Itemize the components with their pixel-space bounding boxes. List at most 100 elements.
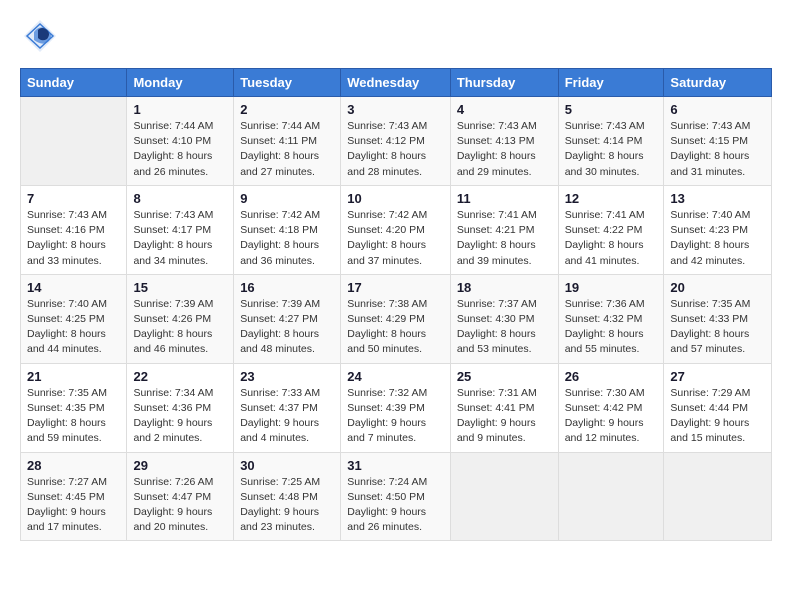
day-number: 21 xyxy=(27,369,120,384)
day-detail: Sunrise: 7:30 AM Sunset: 4:42 PM Dayligh… xyxy=(565,386,658,447)
day-detail: Sunrise: 7:40 AM Sunset: 4:25 PM Dayligh… xyxy=(27,297,120,358)
calendar-cell: 1 Sunrise: 7:44 AM Sunset: 4:10 PM Daylig… xyxy=(127,97,234,186)
calendar-cell: 26 Sunrise: 7:30 AM Sunset: 4:42 PM Dayli… xyxy=(558,363,664,452)
day-detail: Sunrise: 7:41 AM Sunset: 4:21 PM Dayligh… xyxy=(457,208,552,269)
calendar-cell xyxy=(21,97,127,186)
day-number: 7 xyxy=(27,191,120,206)
day-number: 13 xyxy=(670,191,765,206)
day-detail: Sunrise: 7:43 AM Sunset: 4:12 PM Dayligh… xyxy=(347,119,444,180)
day-detail: Sunrise: 7:42 AM Sunset: 4:18 PM Dayligh… xyxy=(240,208,334,269)
day-number: 18 xyxy=(457,280,552,295)
calendar-cell: 13 Sunrise: 7:40 AM Sunset: 4:23 PM Dayli… xyxy=(664,185,772,274)
weekday-header-monday: Monday xyxy=(127,69,234,97)
calendar-week-row: 28 Sunrise: 7:27 AM Sunset: 4:45 PM Dayli… xyxy=(21,452,772,541)
logo-icon xyxy=(20,16,60,56)
calendar-cell: 18 Sunrise: 7:37 AM Sunset: 4:30 PM Dayli… xyxy=(450,274,558,363)
day-detail: Sunrise: 7:44 AM Sunset: 4:11 PM Dayligh… xyxy=(240,119,334,180)
day-number: 22 xyxy=(133,369,227,384)
calendar-cell: 15 Sunrise: 7:39 AM Sunset: 4:26 PM Dayli… xyxy=(127,274,234,363)
calendar-cell: 7 Sunrise: 7:43 AM Sunset: 4:16 PM Daylig… xyxy=(21,185,127,274)
day-number: 10 xyxy=(347,191,444,206)
calendar-cell: 30Sunrise: 7:25 AM Sunset: 4:48 PM Dayli… xyxy=(234,452,341,541)
day-detail: Sunrise: 7:39 AM Sunset: 4:27 PM Dayligh… xyxy=(240,297,334,358)
day-detail: Sunrise: 7:43 AM Sunset: 4:17 PM Dayligh… xyxy=(133,208,227,269)
weekday-header-thursday: Thursday xyxy=(450,69,558,97)
day-number: 24 xyxy=(347,369,444,384)
day-detail: Sunrise: 7:41 AM Sunset: 4:22 PM Dayligh… xyxy=(565,208,658,269)
day-detail: Sunrise: 7:33 AM Sunset: 4:37 PM Dayligh… xyxy=(240,386,334,447)
calendar-cell: 19Sunrise: 7:36 AM Sunset: 4:32 PM Dayli… xyxy=(558,274,664,363)
day-number: 12 xyxy=(565,191,658,206)
day-detail: Sunrise: 7:40 AM Sunset: 4:23 PM Dayligh… xyxy=(670,208,765,269)
calendar-cell: 14 Sunrise: 7:40 AM Sunset: 4:25 PM Dayli… xyxy=(21,274,127,363)
day-number: 20 xyxy=(670,280,765,295)
calendar-cell xyxy=(664,452,772,541)
weekday-header-sunday: Sunday xyxy=(21,69,127,97)
calendar-cell: 2 Sunrise: 7:44 AM Sunset: 4:11 PM Daylig… xyxy=(234,97,341,186)
day-detail: Sunrise: 7:24 AM Sunset: 4:50 PM Dayligh… xyxy=(347,475,444,536)
day-detail: Sunrise: 7:44 AM Sunset: 4:10 PM Dayligh… xyxy=(133,119,227,180)
day-number: 17 xyxy=(347,280,444,295)
calendar-cell: 23 Sunrise: 7:33 AM Sunset: 4:37 PM Dayli… xyxy=(234,363,341,452)
day-detail: Sunrise: 7:35 AM Sunset: 4:33 PM Dayligh… xyxy=(670,297,765,358)
calendar-cell: 25 Sunrise: 7:31 AM Sunset: 4:41 PM Dayli… xyxy=(450,363,558,452)
calendar-cell: 10 Sunrise: 7:42 AM Sunset: 4:20 PM Dayli… xyxy=(341,185,451,274)
calendar-table: SundayMondayTuesdayWednesdayThursdayFrid… xyxy=(20,68,772,541)
day-number: 28 xyxy=(27,458,120,473)
day-number: 15 xyxy=(133,280,227,295)
day-number: 8 xyxy=(133,191,227,206)
day-detail: Sunrise: 7:31 AM Sunset: 4:41 PM Dayligh… xyxy=(457,386,552,447)
weekday-header-tuesday: Tuesday xyxy=(234,69,341,97)
calendar-cell: 22 Sunrise: 7:34 AM Sunset: 4:36 PM Dayli… xyxy=(127,363,234,452)
calendar-cell: 16Sunrise: 7:39 AM Sunset: 4:27 PM Dayli… xyxy=(234,274,341,363)
calendar-cell: 9 Sunrise: 7:42 AM Sunset: 4:18 PM Daylig… xyxy=(234,185,341,274)
day-detail: Sunrise: 7:39 AM Sunset: 4:26 PM Dayligh… xyxy=(133,297,227,358)
day-number: 3 xyxy=(347,102,444,117)
day-detail: Sunrise: 7:42 AM Sunset: 4:20 PM Dayligh… xyxy=(347,208,444,269)
calendar-cell: 6Sunrise: 7:43 AM Sunset: 4:15 PM Daylig… xyxy=(664,97,772,186)
day-number: 25 xyxy=(457,369,552,384)
day-detail: Sunrise: 7:35 AM Sunset: 4:35 PM Dayligh… xyxy=(27,386,120,447)
day-detail: Sunrise: 7:27 AM Sunset: 4:45 PM Dayligh… xyxy=(27,475,120,536)
day-detail: Sunrise: 7:26 AM Sunset: 4:47 PM Dayligh… xyxy=(133,475,227,536)
day-detail: Sunrise: 7:34 AM Sunset: 4:36 PM Dayligh… xyxy=(133,386,227,447)
calendar-cell: 24Sunrise: 7:32 AM Sunset: 4:39 PM Dayli… xyxy=(341,363,451,452)
calendar-cell: 17 Sunrise: 7:38 AM Sunset: 4:29 PM Dayli… xyxy=(341,274,451,363)
logo xyxy=(20,16,64,56)
day-number: 1 xyxy=(133,102,227,117)
day-detail: Sunrise: 7:37 AM Sunset: 4:30 PM Dayligh… xyxy=(457,297,552,358)
calendar-cell: 11Sunrise: 7:41 AM Sunset: 4:21 PM Dayli… xyxy=(450,185,558,274)
weekday-header-saturday: Saturday xyxy=(664,69,772,97)
day-number: 29 xyxy=(133,458,227,473)
day-number: 14 xyxy=(27,280,120,295)
calendar-week-row: 14 Sunrise: 7:40 AM Sunset: 4:25 PM Dayli… xyxy=(21,274,772,363)
day-detail: Sunrise: 7:43 AM Sunset: 4:16 PM Dayligh… xyxy=(27,208,120,269)
calendar-week-row: 1 Sunrise: 7:44 AM Sunset: 4:10 PM Daylig… xyxy=(21,97,772,186)
day-number: 9 xyxy=(240,191,334,206)
day-number: 2 xyxy=(240,102,334,117)
calendar-cell: 20 Sunrise: 7:35 AM Sunset: 4:33 PM Dayli… xyxy=(664,274,772,363)
calendar-cell: 29 Sunrise: 7:26 AM Sunset: 4:47 PM Dayli… xyxy=(127,452,234,541)
calendar-cell: 31 Sunrise: 7:24 AM Sunset: 4:50 PM Dayli… xyxy=(341,452,451,541)
day-number: 27 xyxy=(670,369,765,384)
day-detail: Sunrise: 7:43 AM Sunset: 4:14 PM Dayligh… xyxy=(565,119,658,180)
calendar-cell xyxy=(558,452,664,541)
calendar-cell: 28 Sunrise: 7:27 AM Sunset: 4:45 PM Dayli… xyxy=(21,452,127,541)
day-detail: Sunrise: 7:25 AM Sunset: 4:48 PM Dayligh… xyxy=(240,475,334,536)
calendar-cell: 3 Sunrise: 7:43 AM Sunset: 4:12 PM Daylig… xyxy=(341,97,451,186)
day-number: 26 xyxy=(565,369,658,384)
calendar-cell: 27 Sunrise: 7:29 AM Sunset: 4:44 PM Dayli… xyxy=(664,363,772,452)
page-header xyxy=(20,16,772,56)
day-number: 31 xyxy=(347,458,444,473)
weekday-header-friday: Friday xyxy=(558,69,664,97)
calendar-week-row: 21 Sunrise: 7:35 AM Sunset: 4:35 PM Dayli… xyxy=(21,363,772,452)
calendar-cell: 5 Sunrise: 7:43 AM Sunset: 4:14 PM Daylig… xyxy=(558,97,664,186)
weekday-header-wednesday: Wednesday xyxy=(341,69,451,97)
day-number: 23 xyxy=(240,369,334,384)
day-detail: Sunrise: 7:29 AM Sunset: 4:44 PM Dayligh… xyxy=(670,386,765,447)
calendar-cell: 21 Sunrise: 7:35 AM Sunset: 4:35 PM Dayli… xyxy=(21,363,127,452)
day-detail: Sunrise: 7:38 AM Sunset: 4:29 PM Dayligh… xyxy=(347,297,444,358)
calendar-cell: 12 Sunrise: 7:41 AM Sunset: 4:22 PM Dayli… xyxy=(558,185,664,274)
calendar-cell xyxy=(450,452,558,541)
day-number: 5 xyxy=(565,102,658,117)
